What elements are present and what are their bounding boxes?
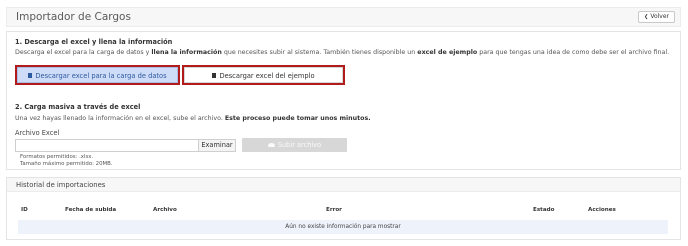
download-example-label: Descargar excel del ejemplo [219,72,315,80]
cloud-upload-icon [267,143,275,147]
browse-button[interactable]: Examinar [199,139,236,152]
history-title: Historial de importaciones [16,181,106,189]
column-header-date: Fecha de subida [65,207,117,213]
import-card: 1. Descarga el excel y llena la informac… [6,31,681,170]
history-card: Historial de importaciones ID Fecha de s… [6,177,681,240]
empty-table-message: Aún no existe información para mostrar [18,220,668,234]
upload-button-label: Subir archivo [277,141,322,149]
history-header: Historial de importaciones [7,178,680,192]
file-label: Archivo Excel [15,129,60,137]
file-input[interactable] [15,139,199,152]
column-header-error: Error [326,207,342,213]
column-header-file: Archivo [153,207,177,213]
step1-description: Descarga el excel para la carga de datos… [15,49,670,56]
formats-hint: Formatos permitidos: .xlsx. [20,154,94,160]
back-button-label: Volver [650,13,669,20]
column-header-actions: Acciones [588,207,616,213]
download-template-button[interactable]: Descargar excel para la carga de datos [17,67,178,83]
document-icon [28,72,33,78]
back-button[interactable]: ❮ Volver [638,11,675,23]
download-example-button[interactable]: Descargar excel del ejemplo [184,67,343,83]
max-size-hint: Tamaño máximo permitido: 20MB. [20,161,113,167]
document-icon [212,72,217,78]
step1-title: 1. Descarga el excel y llena la informac… [15,38,173,46]
download-template-label: Descargar excel para la carga de datos [35,72,167,80]
column-header-id: ID [21,207,28,213]
step2-description: Una vez hayas llenado la información en … [15,115,371,122]
page-header: Importador de Cargos ❮ Volver [6,7,681,27]
page-title: Importador de Cargos [16,11,131,23]
column-header-status: Estado [533,207,555,213]
chevron-left-icon: ❮ [644,14,649,20]
step2-title: 2. Carga masiva a través de excel [15,103,141,111]
upload-button[interactable]: Subir archivo [242,138,347,152]
